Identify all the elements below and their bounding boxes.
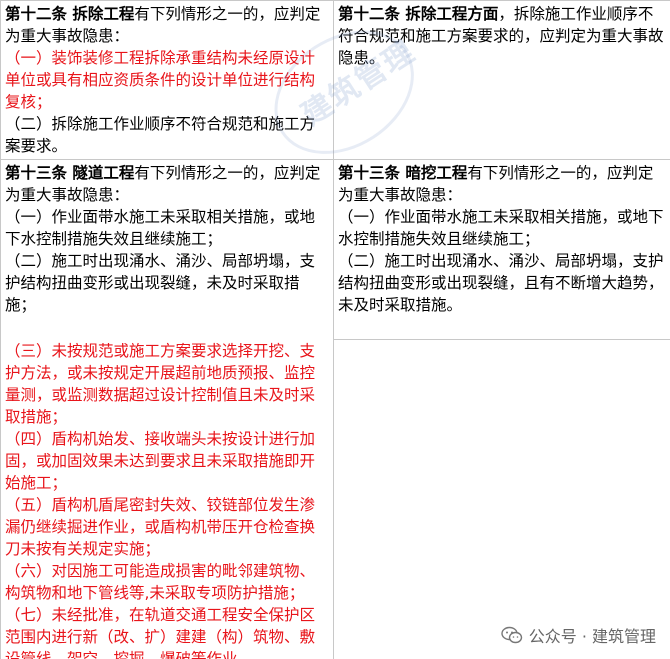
article-heading: 第十三条 隧道工程 xyxy=(5,164,135,182)
cell-art12-left: 第十二条 拆除工程有下列情形之一的，应判定为重大事故隐患： （一）装饰装修工程拆… xyxy=(0,0,334,160)
comparison-table: 第十二条 拆除工程有下列情形之一的，应判定为重大事故隐患： （一）装饰装修工程拆… xyxy=(0,0,670,659)
cell-art13-left-top: 第十三条 隧道工程有下列情形之一的，应判定为重大事故隐患： （一）作业面带水施工… xyxy=(0,159,334,340)
footer-text: 公众号 · 建筑管理 xyxy=(528,627,656,646)
list-item: （三）未按规范或施工方案要求选择开挖、支护方法，或未按规定开展超前地质预报、监控… xyxy=(5,341,316,426)
table-row: 第十二条 拆除工程有下列情形之一的，应判定为重大事故隐患： （一）装饰装修工程拆… xyxy=(0,0,670,160)
wechat-icon xyxy=(501,626,522,644)
cell-art13-right: 第十三条 暗挖工程有下列情形之一的，应判定为重大事故隐患： （一）作业面带水施工… xyxy=(333,159,670,340)
cell-empty xyxy=(333,339,670,659)
article-heading: 第十二条 拆除工程方面 xyxy=(338,5,499,23)
article-heading: 第十三条 暗挖工程 xyxy=(338,164,468,182)
list-item: （六）对因施工可能造成损害的毗邻建筑物、构筑物和地下管线等,未采取专项防护措施； xyxy=(5,561,316,602)
list-item: （五）盾构机盾尾密封失效、铰链部位发生渗漏仍继续掘进作业，或盾构机带压开仓检查换… xyxy=(5,495,316,558)
article-heading: 第十二条 拆除工程 xyxy=(5,5,135,23)
list-item: （一）作业面带水施工未采取相关措施，或地下水控制措施失效且继续施工； xyxy=(5,208,316,248)
table-row: 第十三条 隧道工程有下列情形之一的，应判定为重大事故隐患： （一）作业面带水施工… xyxy=(0,159,670,340)
list-item: （二）施工时出现涌水、涌沙、局部坍塌，支护结构扭曲变形或出现裂缝，未及时采取措施… xyxy=(5,252,316,314)
cell-art13-left-bottom: （三）未按规范或施工方案要求选择开挖、支护方法，或未按规定开展超前地质预报、监控… xyxy=(0,339,334,659)
list-item: （一）装饰装修工程拆除承重结构未经原设计单位或具有相应资质条件的设计单位进行结构… xyxy=(5,49,316,111)
list-item: （四）盾构机始发、接收端头未按设计进行加固，或加固效果未达到要求且未采取措施即开… xyxy=(5,429,316,492)
footer-attribution: 公众号 · 建筑管理 xyxy=(501,623,656,647)
cell-art12-right: 第十二条 拆除工程方面，拆除施工作业顺序不符合规范和施工方案要求的，应判定为重大… xyxy=(333,0,670,160)
list-item: （七）未经批准，在轨道交通工程安全保护区范围内进行新（改、扩）建建（构）筑物、敷… xyxy=(5,605,316,659)
list-item: （一）作业面带水施工未采取相关措施，或地下水控制措施失效且继续施工； xyxy=(338,208,664,248)
list-item: （二）拆除施工作业顺序不符合规范和施工方案要求。 xyxy=(5,115,316,155)
table-row: （三）未按规范或施工方案要求选择开挖、支护方法，或未按规定开展超前地质预报、监控… xyxy=(0,339,670,659)
list-item: （二）施工时出现涌水、涌沙、局部坍塌，支护结构扭曲变形或出现裂缝，且有不断增大趋… xyxy=(338,252,664,314)
